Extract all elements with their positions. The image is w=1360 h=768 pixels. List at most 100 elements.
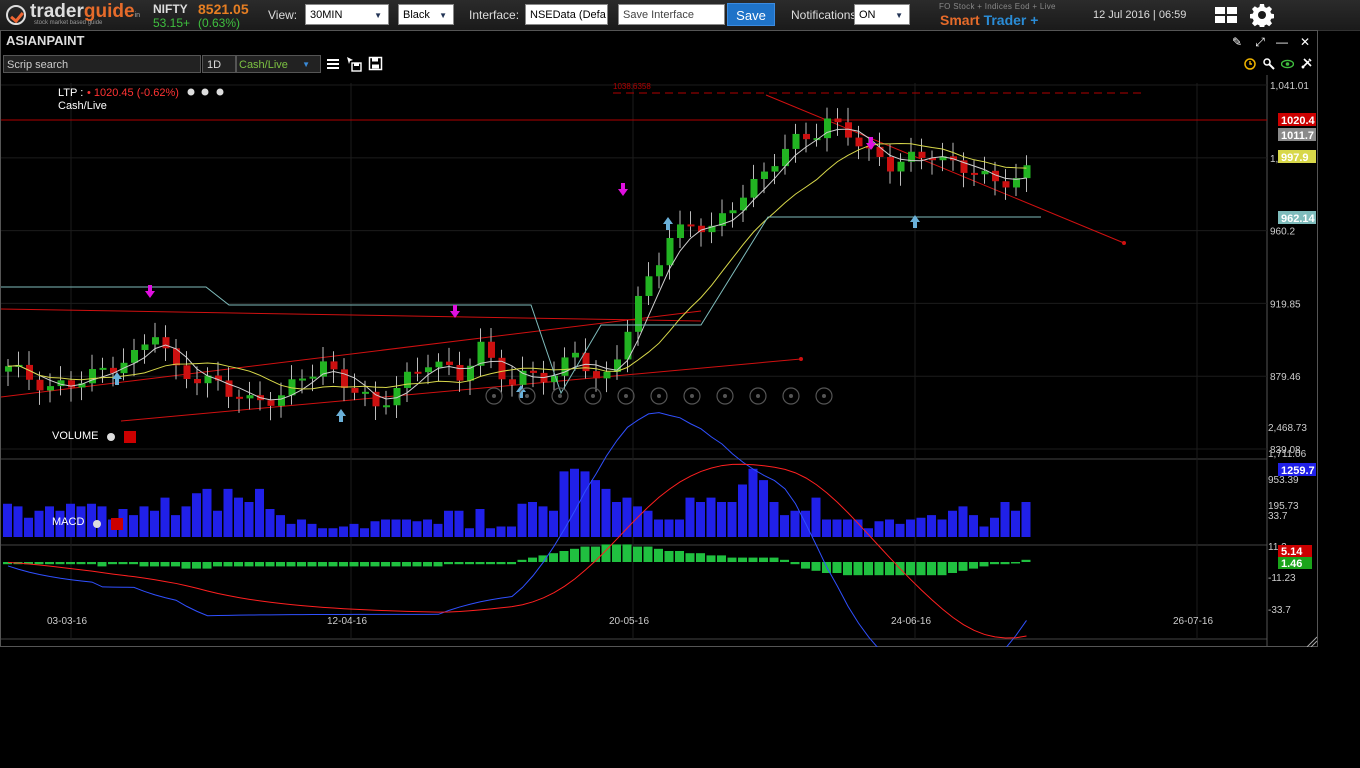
datetime: 12 Jul 2016 | 06:59 bbox=[1093, 9, 1187, 21]
macd-hist-bar bbox=[853, 562, 863, 576]
candle bbox=[246, 395, 254, 399]
cursor-save-icon[interactable] bbox=[346, 56, 362, 72]
macd-hist-bar bbox=[1021, 559, 1031, 562]
layout-grid-icon[interactable] bbox=[1215, 7, 1237, 23]
candle bbox=[509, 379, 516, 385]
theme-select[interactable]: Black ▼ bbox=[398, 4, 454, 25]
scrip-search-input[interactable]: Scrip search bbox=[3, 55, 201, 73]
gear-icon[interactable] bbox=[1250, 3, 1274, 27]
macd-hist-bar bbox=[45, 562, 54, 565]
volume-bar bbox=[748, 468, 758, 537]
signal-down-arrow bbox=[618, 183, 628, 196]
signal-up-arrow bbox=[336, 409, 346, 422]
macd-hist-bar bbox=[328, 562, 338, 567]
macd-hist-bar bbox=[496, 562, 506, 565]
candle bbox=[750, 178, 758, 198]
interface-select[interactable]: NSEData (Defa bbox=[525, 4, 608, 25]
save-interface-input[interactable]: Save Interface bbox=[618, 4, 725, 25]
symbol-title: ASIANPAINT bbox=[6, 33, 85, 48]
volume-bar bbox=[969, 515, 978, 537]
volume-bar bbox=[727, 502, 737, 537]
smart-trader-promo[interactable]: FO Stock + Indices Eod + Live Smart Trad… bbox=[930, 0, 1090, 30]
candle bbox=[824, 118, 831, 139]
macd-hist-bar bbox=[234, 562, 243, 567]
tools-icon[interactable] bbox=[1300, 57, 1313, 70]
macd-hist-bar bbox=[454, 562, 464, 565]
wrench-icon[interactable] bbox=[1263, 58, 1275, 70]
close-icon[interactable]: ✕ bbox=[1297, 35, 1313, 49]
volume-axis-label: 2,468.73 bbox=[1268, 423, 1307, 434]
macd-close-icon bbox=[111, 518, 123, 530]
candle bbox=[887, 156, 894, 172]
macd-hist-bar bbox=[727, 557, 737, 562]
candle bbox=[183, 365, 191, 380]
period-select[interactable]: 1D bbox=[202, 55, 236, 73]
chart-canvas[interactable]: 1,041.011,000.6960.2919.85879.46839.0810… bbox=[1, 75, 1317, 647]
signal-down-arrow bbox=[450, 305, 460, 318]
ltp-settings-icon bbox=[187, 88, 195, 96]
volume-bar bbox=[181, 506, 191, 537]
ma-fast-line bbox=[7, 128, 1027, 401]
macd-hist-bar bbox=[937, 562, 947, 576]
volume-bar bbox=[87, 503, 96, 537]
zoom-out-icon-dot bbox=[756, 394, 760, 398]
macd-hist-bar bbox=[843, 562, 852, 576]
macd-hist-bar bbox=[97, 562, 107, 567]
macd-hist-bar bbox=[717, 555, 726, 562]
volume-bar bbox=[402, 519, 411, 537]
next-icon-dot bbox=[789, 394, 793, 398]
candle bbox=[194, 379, 201, 384]
index-change-pct: (0.63%) bbox=[198, 16, 241, 30]
volume-bar bbox=[685, 497, 695, 537]
menu-icon[interactable] bbox=[326, 57, 340, 71]
macd-hist-bar bbox=[265, 562, 275, 567]
macd-hist-bar bbox=[790, 562, 800, 565]
volume-bar bbox=[790, 510, 800, 537]
volume-bar bbox=[139, 506, 149, 537]
macd-hist-bar bbox=[87, 562, 96, 565]
x-axis-label: 26-07-16 bbox=[1173, 616, 1213, 627]
candle bbox=[162, 337, 170, 349]
x-axis-label: 20-05-16 bbox=[609, 616, 649, 627]
clock-icon[interactable] bbox=[1244, 58, 1256, 70]
volume-bar bbox=[286, 523, 296, 537]
price-axis-label: 960.2 bbox=[1270, 227, 1295, 238]
pin-icon[interactable]: ✎ bbox=[1229, 35, 1245, 49]
interface-label: Interface: bbox=[469, 8, 520, 22]
volume-bar bbox=[591, 480, 600, 537]
candle bbox=[330, 361, 338, 370]
eye-icon[interactable] bbox=[1281, 58, 1294, 70]
macd-hist-bar bbox=[801, 562, 810, 569]
candle bbox=[362, 391, 369, 394]
macd-hist-bar bbox=[643, 546, 653, 562]
save-button[interactable]: Save bbox=[727, 3, 775, 26]
feed-select[interactable]: Cash/Live ▼ bbox=[236, 55, 321, 73]
view-select[interactable]: 30MIN ▼ bbox=[305, 4, 389, 25]
macd-signal-line bbox=[7, 463, 1027, 639]
candle bbox=[141, 344, 149, 351]
logo[interactable]: traderguidein stock market based guide bbox=[4, 0, 140, 30]
volume-bar bbox=[318, 528, 327, 537]
volume-bar bbox=[244, 502, 254, 537]
chart-toolbar: Scrip search 1D Cash/Live ▼ bbox=[1, 53, 1317, 75]
resize-grip-icon bbox=[1306, 636, 1317, 647]
candle bbox=[666, 238, 674, 266]
macd-hist-bar bbox=[570, 548, 579, 562]
floppy-icon[interactable] bbox=[368, 56, 383, 71]
macd-hist-bar bbox=[979, 562, 989, 567]
macd-hist-bar bbox=[1000, 562, 1010, 565]
macd-hist-bar bbox=[759, 557, 768, 562]
candle bbox=[341, 369, 348, 388]
logo-tagline: stock market based guide bbox=[34, 20, 103, 26]
volume-bar bbox=[454, 510, 464, 537]
volume-bar bbox=[874, 521, 884, 537]
volume-bar bbox=[643, 510, 653, 537]
minimize-icon[interactable]: — bbox=[1274, 35, 1290, 49]
volume-bar bbox=[475, 509, 485, 537]
candle bbox=[99, 367, 107, 370]
expand-icon[interactable]: ⤢ bbox=[1252, 35, 1268, 49]
volume-bar bbox=[948, 510, 957, 537]
volume-bar bbox=[832, 519, 842, 537]
notifications-select[interactable]: ON ▼ bbox=[854, 4, 910, 25]
volume-bar bbox=[780, 515, 789, 537]
